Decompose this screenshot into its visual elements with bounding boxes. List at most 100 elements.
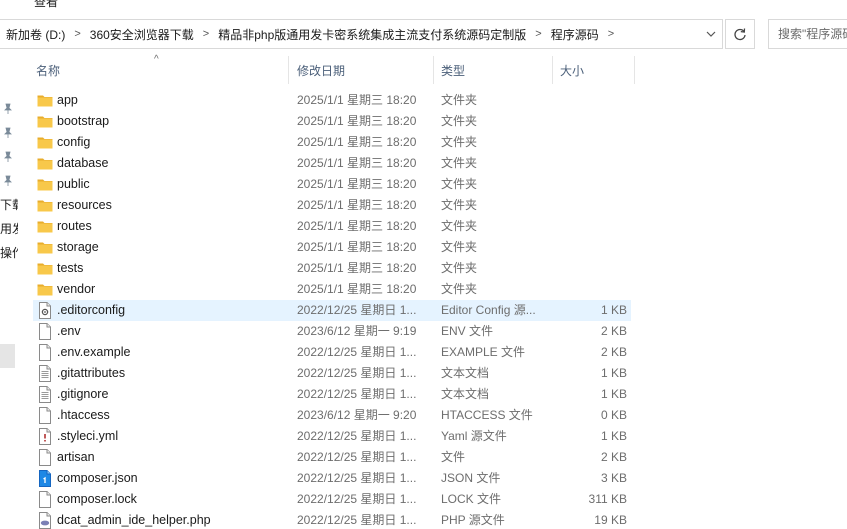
file-size: 1 KB	[600, 429, 627, 443]
breadcrumb-item-drive[interactable]: 新加卷 (D:)	[6, 26, 65, 43]
folder-icon	[37, 134, 53, 151]
column-header-name[interactable]: 名称	[30, 56, 288, 84]
blank-file-icon	[37, 449, 53, 466]
file-row[interactable]: composer.json 2022/12/25 星期日 1... JSON 文件 3…	[33, 468, 631, 489]
file-name: app	[57, 93, 78, 107]
file-name: tests	[57, 261, 84, 275]
address-history-button[interactable]	[700, 20, 722, 48]
file-type: 文本文档	[441, 387, 490, 401]
file-size: 2 KB	[600, 345, 627, 359]
chevron-right-icon[interactable]: >	[203, 28, 209, 40]
address-bar-row: 新加卷 (D:) > 360安全浏览器下载 > 精品非php版通用发卡密系统集成…	[0, 19, 847, 49]
file-row[interactable]: .editorconfig 2022/12/25 星期日 1... Editor C…	[33, 300, 631, 321]
chevron-right-icon[interactable]: >	[608, 28, 614, 40]
menu-bar: 查看	[0, 0, 847, 14]
file-type: 文件夹	[441, 198, 478, 212]
file-row[interactable]: composer.lock 2022/12/25 星期日 1... LOCK 文件 3…	[33, 489, 631, 510]
file-modified-date: 2025/1/1 星期三 18:20	[297, 93, 417, 107]
file-row[interactable]: public 2025/1/1 星期三 18:20 文件夹	[33, 174, 631, 195]
file-name: config	[57, 135, 91, 149]
file-row[interactable]: dcat_admin_ide_helper.php 2022/12/25 星期日 …	[33, 510, 631, 529]
column-divider[interactable]	[634, 56, 635, 84]
file-name: .styleci.yml	[57, 429, 119, 443]
file-row[interactable]: tests 2025/1/1 星期三 18:20 文件夹	[33, 258, 631, 279]
blank-file-icon	[37, 491, 53, 508]
file-row[interactable]: routes 2025/1/1 星期三 18:20 文件夹	[33, 216, 631, 237]
file-row[interactable]: resources 2025/1/1 星期三 18:20 文件夹	[33, 195, 631, 216]
file-size	[553, 195, 627, 216]
file-row[interactable]: config 2025/1/1 星期三 18:20 文件夹	[33, 132, 631, 153]
file-modified-date: 2025/1/1 星期三 18:20	[297, 135, 417, 149]
chevron-right-icon[interactable]: >	[74, 28, 80, 40]
column-header-type[interactable]: 类型	[435, 56, 552, 84]
column-header-size[interactable]: 大小	[554, 56, 632, 84]
file-size: 3 KB	[600, 471, 627, 485]
file-modified-date: 2023/6/12 星期一 9:19	[297, 324, 417, 338]
file-row[interactable]: .env 2023/6/12 星期一 9:19 ENV 文件 2 KB	[33, 321, 631, 342]
file-name: composer.json	[57, 471, 138, 485]
column-divider[interactable]	[433, 56, 434, 84]
file-name: routes	[57, 219, 92, 233]
blank-file-icon	[37, 344, 53, 361]
file-type: 文件夹	[441, 156, 478, 170]
column-header-date[interactable]: 修改日期	[291, 56, 433, 84]
json-file-icon	[37, 470, 53, 487]
column-divider[interactable]	[552, 56, 553, 84]
file-name: .gitignore	[57, 387, 109, 401]
file-size	[553, 258, 627, 279]
file-row[interactable]: .htaccess 2023/6/12 星期一 9:20 HTACCESS 文件 0 …	[33, 405, 631, 426]
folder-icon	[37, 92, 53, 109]
folder-icon	[37, 197, 53, 214]
breadcrumb-item-project[interactable]: 精品非php版通用发卡密系统集成主流支付系统源码定制版	[218, 26, 526, 43]
file-row[interactable]: bootstrap 2025/1/1 星期三 18:20 文件夹	[33, 111, 631, 132]
file-modified-date: 2022/12/25 星期日 1...	[297, 366, 417, 380]
file-size: 1 KB	[600, 366, 627, 380]
file-row[interactable]: vendor 2025/1/1 星期三 18:20 文件夹	[33, 279, 631, 300]
file-modified-date: 2022/12/25 星期日 1...	[297, 345, 417, 359]
file-size	[553, 279, 627, 300]
file-row[interactable]: .gitignore 2022/12/25 星期日 1... 文本文档 1 KB	[33, 384, 631, 405]
refresh-icon	[734, 28, 746, 41]
file-name: public	[57, 177, 90, 191]
search-input[interactable]	[769, 20, 847, 48]
address-bar[interactable]: 新加卷 (D:) > 360安全浏览器下载 > 精品非php版通用发卡密系统集成…	[0, 19, 723, 49]
file-size	[553, 216, 627, 237]
nav-selected-item[interactable]	[0, 344, 15, 368]
menu-view[interactable]: 查看	[34, 0, 58, 10]
text-file-icon	[37, 386, 53, 403]
file-type: JSON 文件	[441, 471, 501, 485]
file-size: 1 KB	[600, 387, 627, 401]
file-size	[553, 111, 627, 132]
file-row[interactable]: .gitattributes 2022/12/25 星期日 1... 文本文档 1 K…	[33, 363, 631, 384]
pin-icon	[4, 127, 12, 138]
chevron-down-icon	[706, 31, 716, 37]
breadcrumb-item-current[interactable]: 程序源码	[551, 26, 599, 43]
file-size: 311 KB	[588, 492, 627, 506]
file-size	[553, 174, 627, 195]
column-divider[interactable]	[288, 56, 289, 84]
file-row[interactable]: artisan 2022/12/25 星期日 1... 文件 2 KB	[33, 447, 631, 468]
nav-item-operation[interactable]: 操作	[0, 244, 18, 261]
file-row[interactable]: .styleci.yml 2022/12/25 星期日 1... Yaml 源文件 1…	[33, 426, 631, 447]
refresh-button[interactable]	[725, 19, 755, 49]
nav-item-fragment[interactable]: 用发	[0, 220, 18, 237]
file-type: 文件夹	[441, 93, 478, 107]
file-row[interactable]: database 2025/1/1 星期三 18:20 文件夹	[33, 153, 631, 174]
file-modified-date: 2025/1/1 星期三 18:20	[297, 261, 417, 275]
file-row[interactable]: storage 2025/1/1 星期三 18:20 文件夹	[33, 237, 631, 258]
file-type: Yaml 源文件	[441, 429, 507, 443]
nav-item-download[interactable]: 下载	[0, 196, 18, 213]
file-name: .htaccess	[57, 408, 110, 422]
file-size: 19 KB	[594, 513, 627, 527]
file-size: 2 KB	[600, 324, 627, 338]
navigation-pane[interactable]: 下载 用发 操作	[0, 58, 18, 529]
file-type: 文件夹	[441, 282, 478, 296]
file-name: .gitattributes	[57, 366, 126, 380]
breadcrumb-item-downloads[interactable]: 360安全浏览器下载	[90, 26, 194, 43]
file-row[interactable]: app 2025/1/1 星期三 18:20 文件夹	[33, 90, 631, 111]
file-modified-date: 2025/1/1 星期三 18:20	[297, 198, 417, 212]
file-row[interactable]: .env.example 2022/12/25 星期日 1... EXAMPLE 文…	[33, 342, 631, 363]
chevron-right-icon[interactable]: >	[535, 28, 541, 40]
search-box[interactable]	[768, 19, 847, 49]
file-name: .env.example	[57, 345, 131, 359]
